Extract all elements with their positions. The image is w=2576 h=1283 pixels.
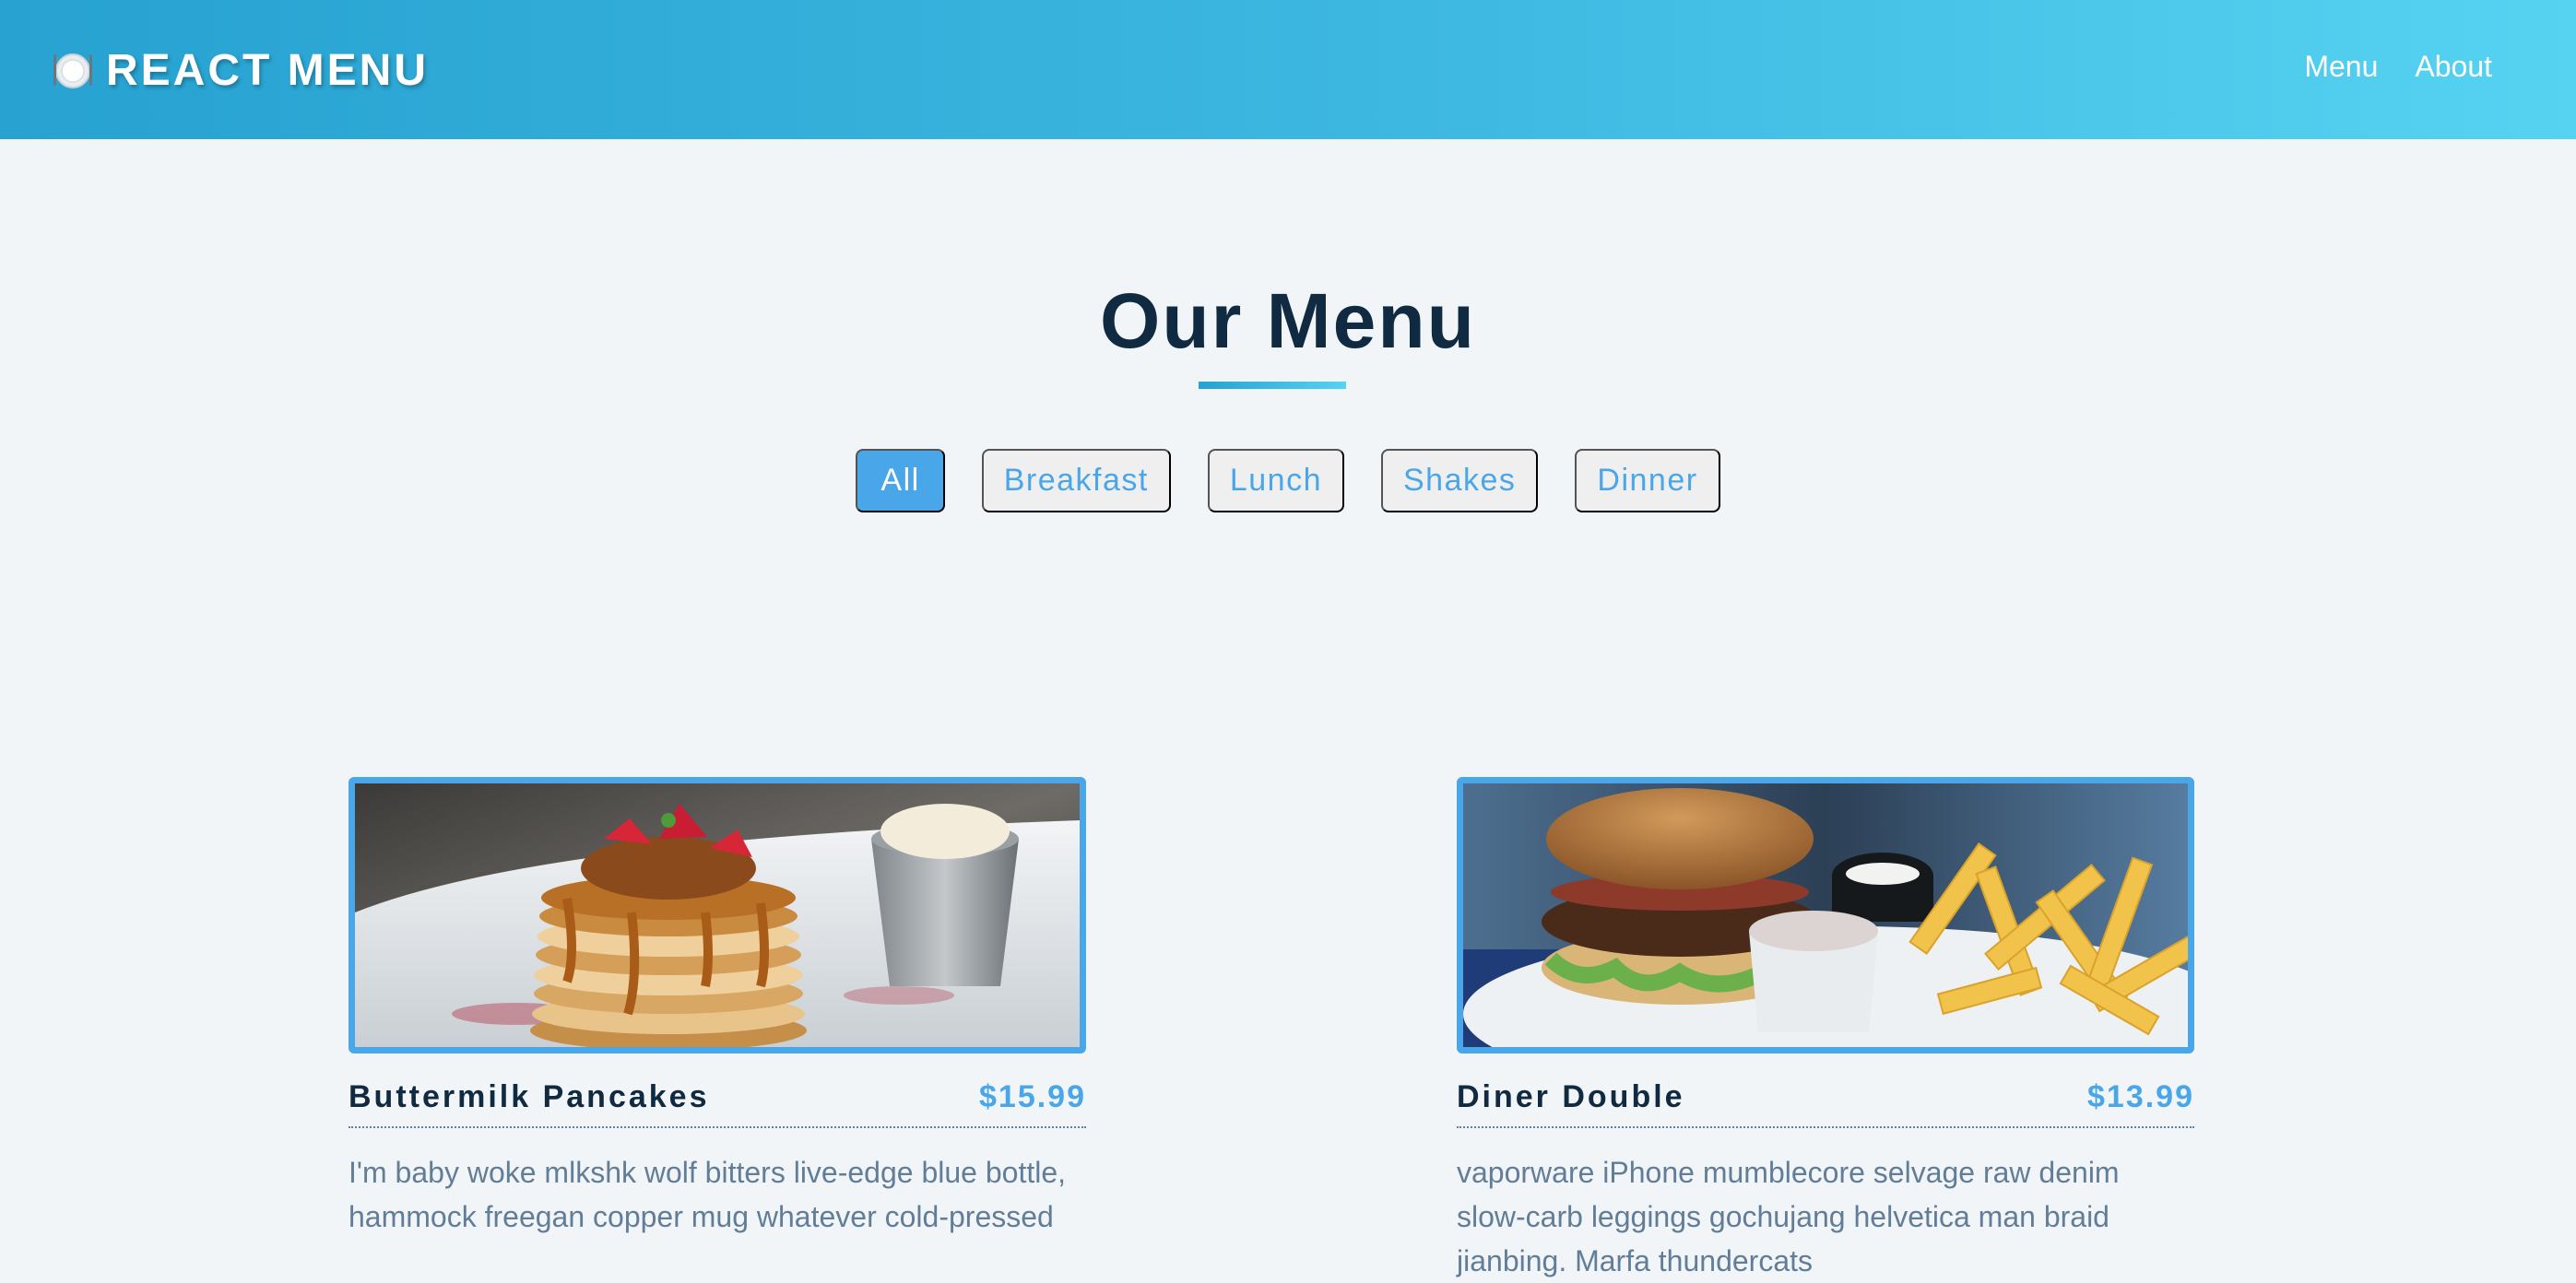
- section-title: Our Menu: [1100, 277, 1476, 364]
- filter-breakfast-button[interactable]: Breakfast: [981, 449, 1171, 512]
- menu-item-header: Diner Double $13.99: [1457, 1079, 2194, 1128]
- filter-lunch-button[interactable]: Lunch: [1207, 449, 1344, 512]
- filter-dinner-button[interactable]: Dinner: [1575, 449, 1720, 512]
- menu-item-description: I'm baby woke mlkshk wolf bitters live-e…: [349, 1156, 1067, 1233]
- menu-item-header: Buttermilk Pancakes $15.99: [349, 1079, 1086, 1128]
- menu-item-description: vaporware iPhone mumblecore selvage raw …: [1457, 1156, 2120, 1277]
- title-underline: [1199, 382, 1346, 389]
- burger-fries-photo: [1457, 777, 2194, 1053]
- menu-item-name: Diner Double: [1457, 1079, 1685, 1114]
- menu-item-name: Buttermilk Pancakes: [349, 1079, 710, 1114]
- menu-item-price: $13.99: [2087, 1079, 2194, 1114]
- menu-item-card: Buttermilk Pancakes $15.99 I'm baby woke…: [349, 777, 1086, 1239]
- category-filters: All Breakfast Lunch Shakes Dinner: [0, 449, 2576, 512]
- nav-links: Menu About: [2304, 50, 2492, 84]
- filter-shakes-button[interactable]: Shakes: [1380, 449, 1539, 512]
- menu-item-card: Diner Double $13.99 vaporware iPhone mum…: [1457, 777, 2194, 1283]
- pancakes-photo: [349, 777, 1086, 1053]
- brand-logo[interactable]: REACT MENU: [51, 42, 429, 98]
- plate-fork-knife-icon: [51, 48, 95, 92]
- navbar: REACT MENU Menu About: [0, 0, 2576, 139]
- brand-name: REACT MENU: [106, 45, 429, 95]
- menu-item-price: $15.99: [979, 1079, 1086, 1114]
- filter-all-button[interactable]: All: [856, 449, 945, 512]
- nav-link-about[interactable]: About: [2415, 50, 2492, 84]
- nav-link-menu[interactable]: Menu: [2304, 50, 2378, 84]
